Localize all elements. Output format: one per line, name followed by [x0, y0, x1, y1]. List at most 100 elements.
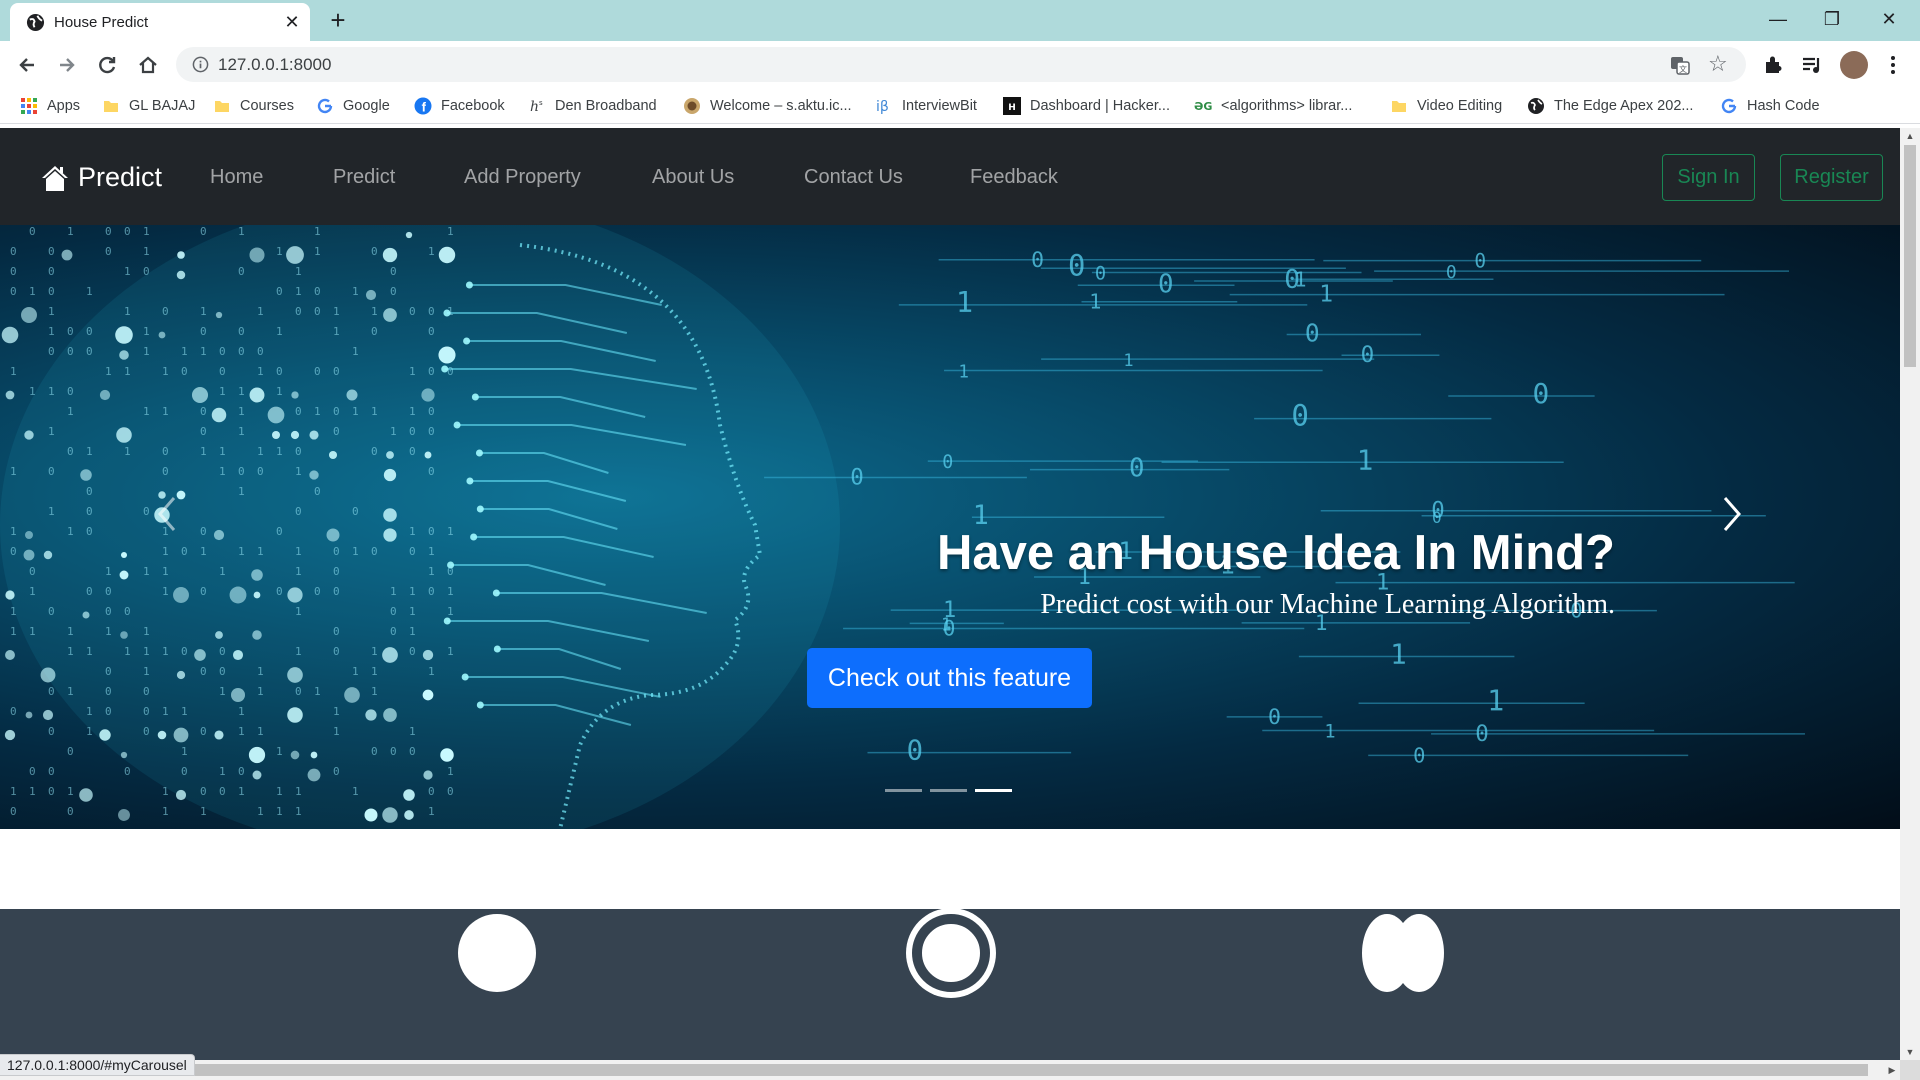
carousel-indicator-3[interactable]: [975, 789, 1012, 792]
bookmark-star-icon[interactable]: ☆: [1708, 51, 1728, 77]
facebook-icon: f: [414, 97, 432, 115]
svg-text:0: 0: [48, 245, 55, 258]
bookmark-video-editing[interactable]: Video Editing: [1390, 88, 1502, 124]
svg-text:0: 0: [86, 585, 93, 598]
sign-in-button[interactable]: Sign In: [1662, 154, 1755, 201]
svg-text:0: 0: [390, 285, 397, 298]
svg-text:0: 0: [10, 265, 17, 278]
svg-text:0: 0: [428, 325, 435, 338]
svg-text:0: 0: [200, 585, 207, 598]
svg-text:1: 1: [238, 705, 245, 718]
svg-text:0: 0: [371, 745, 378, 758]
profile-avatar[interactable]: [1840, 51, 1868, 79]
svg-text:0: 0: [10, 705, 17, 718]
vertical-scroll-thumb[interactable]: [1904, 145, 1916, 367]
carousel-indicator-2[interactable]: [930, 789, 967, 792]
bookmark-aktu[interactable]: Welcome – s.aktu.ic...: [683, 88, 852, 124]
scroll-right-icon[interactable]: ▶: [1884, 1060, 1900, 1080]
svg-text:1: 1: [295, 545, 302, 558]
svg-text:文: 文: [1679, 64, 1687, 74]
svg-text:1: 1: [29, 285, 36, 298]
svg-text:0: 0: [48, 285, 55, 298]
svg-text:1: 1: [428, 545, 435, 558]
info-icon[interactable]: [192, 56, 209, 73]
carousel-next-control[interactable]: [1713, 490, 1749, 538]
bookmark-label: Courses: [240, 98, 294, 114]
svg-text:0: 0: [238, 325, 245, 338]
carousel-indicator-1[interactable]: [885, 789, 922, 792]
site-navbar: Predict Home Predict Add Property About …: [0, 128, 1900, 225]
svg-text:1: 1: [1390, 639, 1407, 671]
google-icon: [1721, 98, 1737, 114]
carousel-prev-control[interactable]: [150, 490, 186, 538]
bookmark-hash-code[interactable]: Hash Code: [1720, 88, 1820, 124]
svg-text:0: 0: [333, 625, 340, 638]
bookmark-facebook[interactable]: f Facebook: [414, 88, 505, 124]
bookmark-edge-apex[interactable]: The Edge Apex 202...: [1527, 88, 1693, 124]
bookmark-courses[interactable]: Courses: [213, 88, 294, 124]
svg-text:1: 1: [29, 385, 36, 398]
svg-text:1: 1: [219, 565, 226, 578]
browser-tab[interactable]: House Predict ✕: [10, 3, 310, 41]
horizontal-scrollbar[interactable]: ◀ ▶: [0, 1060, 1900, 1080]
scroll-up-icon[interactable]: ▲: [1900, 128, 1920, 144]
svg-text:1: 1: [10, 465, 17, 478]
svg-text:0: 0: [409, 745, 416, 758]
media-control-icon[interactable]: [1799, 52, 1825, 78]
back-icon[interactable]: [12, 50, 42, 80]
vertical-scrollbar[interactable]: ▲ ▼: [1900, 128, 1920, 1060]
nav-predict[interactable]: Predict: [333, 166, 395, 189]
translate-icon[interactable]: 文: [1669, 54, 1691, 76]
svg-text:0: 0: [295, 505, 302, 518]
bookmark-label: The Edge Apex 202...: [1554, 98, 1694, 114]
bookmark-apps[interactable]: Apps: [20, 88, 80, 124]
scroll-down-icon[interactable]: ▼: [1900, 1044, 1920, 1060]
svg-text:0: 0: [10, 285, 17, 298]
nav-contact-us[interactable]: Contact Us: [804, 166, 903, 189]
horizontal-scroll-thumb[interactable]: [18, 1064, 1868, 1076]
home-icon[interactable]: [133, 50, 163, 80]
svg-text:0: 0: [105, 245, 112, 258]
svg-text:1: 1: [29, 625, 36, 638]
bookmark-google[interactable]: Google: [316, 88, 390, 124]
bookmark-den-broadband[interactable]: hs Den Broadband: [528, 88, 657, 124]
svg-text:iβ: iβ: [876, 99, 889, 115]
close-window-icon[interactable]: ✕: [1866, 4, 1912, 34]
nav-feedback[interactable]: Feedback: [970, 166, 1058, 189]
svg-text:1: 1: [67, 785, 74, 798]
address-bar[interactable]: 127.0.0.1:8000 文 ☆: [176, 47, 1746, 82]
svg-text:1: 1: [1319, 281, 1333, 308]
nav-add-property[interactable]: Add Property: [464, 166, 581, 189]
navbar-brand[interactable]: Predict: [40, 162, 162, 193]
svg-text:1: 1: [428, 245, 435, 258]
close-tab-icon[interactable]: ✕: [282, 12, 302, 32]
hs-icon: hs: [530, 99, 543, 115]
svg-text:0: 0: [181, 765, 188, 778]
check-out-feature-button[interactable]: Check out this feature: [807, 648, 1092, 708]
nav-about-us[interactable]: About Us: [652, 166, 734, 189]
restore-icon[interactable]: ❐: [1809, 4, 1855, 34]
folder-icon: [104, 101, 118, 112]
svg-text:0: 0: [314, 285, 321, 298]
nav-home[interactable]: Home: [210, 166, 263, 189]
svg-text:0: 0: [428, 305, 435, 318]
svg-text:0: 0: [162, 465, 169, 478]
bookmark-hackerrank[interactable]: H Dashboard | Hacker...: [1003, 88, 1170, 124]
svg-text:0: 0: [371, 545, 378, 558]
svg-text:1: 1: [143, 325, 150, 338]
svg-text:1: 1: [124, 265, 131, 278]
reload-icon[interactable]: [92, 50, 122, 80]
extensions-icon[interactable]: [1760, 52, 1786, 78]
menu-dots-icon[interactable]: [1880, 52, 1906, 78]
svg-text:0: 0: [67, 745, 74, 758]
bookmark-interviewbit[interactable]: iβ InterviewBit: [875, 88, 977, 124]
forward-icon[interactable]: [52, 50, 82, 80]
new-tab-icon[interactable]: +: [324, 7, 352, 35]
google-icon: [317, 98, 333, 114]
register-button[interactable]: Register: [1780, 154, 1883, 201]
bookmark-gl-bajaj[interactable]: GL BAJAJ: [102, 88, 195, 124]
chevron-right-icon: [1723, 497, 1741, 531]
svg-text:0: 0: [409, 545, 416, 558]
minimize-icon[interactable]: —: [1755, 4, 1801, 34]
bookmark-gfg[interactable]: ƏG <algorithms> librar...: [1194, 88, 1352, 124]
